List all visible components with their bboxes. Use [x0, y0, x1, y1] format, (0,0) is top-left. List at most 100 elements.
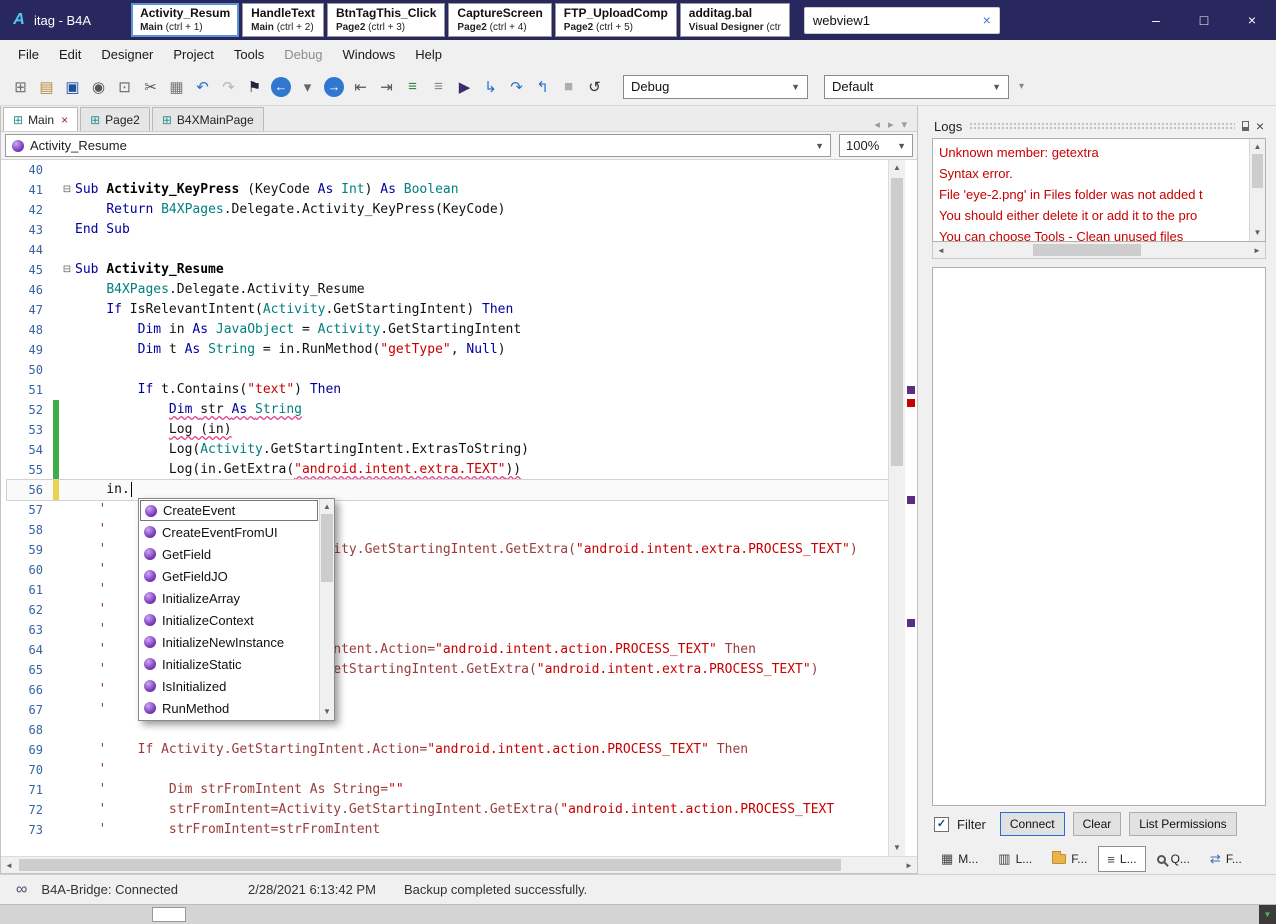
code-line-50[interactable]: 50: [7, 360, 888, 380]
code-line-52[interactable]: 52 Dim str As String: [7, 400, 888, 420]
list-permissions-button[interactable]: List Permissions: [1129, 812, 1236, 836]
code-line-72[interactable]: 72 ' strFromIntent=Activity.GetStartingI…: [7, 800, 888, 820]
menu-project[interactable]: Project: [163, 47, 223, 62]
code-line-47[interactable]: 47 If IsRelevantIntent(Activity.GetStart…: [7, 300, 888, 320]
editor-tab-main[interactable]: ⊞Main×: [3, 107, 78, 131]
menu-designer[interactable]: Designer: [91, 47, 163, 62]
code-line-43[interactable]: 43End Sub: [7, 220, 888, 240]
scroll-down-icon[interactable]: ▼: [320, 704, 334, 720]
code-line-68[interactable]: 68: [7, 720, 888, 740]
autocomplete-item[interactable]: CreateEventFromUI: [140, 521, 318, 543]
autocomplete-item[interactable]: GetField: [140, 543, 318, 565]
back-history-icon[interactable]: ▾: [295, 75, 320, 99]
panel-tab-quick-search[interactable]: Q...: [1148, 846, 1199, 872]
autocomplete-item[interactable]: RunMethod: [140, 697, 318, 719]
code-line-55[interactable]: 55 Log(in.GetExtra("android.intent.extra…: [7, 460, 888, 480]
scroll-right-icon[interactable]: ►: [901, 857, 917, 873]
close-tab-icon[interactable]: ×: [61, 113, 68, 127]
member-selector-combo[interactable]: Activity_Resume ▼: [5, 134, 831, 157]
menu-windows[interactable]: Windows: [333, 47, 406, 62]
autocomplete-item[interactable]: CreateEvent: [140, 500, 318, 521]
resume-icon[interactable]: ↳: [478, 75, 503, 99]
toolbar-overflow-icon[interactable]: ▾: [1019, 81, 1024, 92]
code-line-41[interactable]: 41⊟Sub Activity_KeyPress (KeyCode As Int…: [7, 180, 888, 200]
pin-icon[interactable]: [1242, 121, 1249, 131]
code-line-69[interactable]: 69 ' If Activity.GetStartingIntent.Actio…: [7, 740, 888, 760]
navigate-back-icon[interactable]: ←: [271, 77, 291, 97]
autocomplete-item[interactable]: InitializeNewInstance: [140, 631, 318, 653]
editor-vertical-scrollbar[interactable]: ▲ ▼: [888, 160, 905, 856]
new-module-icon[interactable]: ⊞: [8, 75, 33, 99]
step-over-icon[interactable]: ↷: [504, 75, 529, 99]
code-line-54[interactable]: 54 Log(Activity.GetStartingIntent.Extras…: [7, 440, 888, 460]
code-line-56[interactable]: 56 in.: [7, 480, 888, 500]
code-line-53[interactable]: 53 Log (in): [7, 420, 888, 440]
scrollbar-thumb[interactable]: [321, 514, 333, 582]
filter-checkbox[interactable]: ✓: [934, 817, 949, 832]
panel-tab-logs[interactable]: ≡L...: [1098, 846, 1145, 872]
scroll-up-icon[interactable]: ▲: [1250, 139, 1265, 155]
autocomplete-item[interactable]: InitializeContext: [140, 609, 318, 631]
quick-tab-additag.bal[interactable]: additag.balVisual Designer (ctr: [680, 3, 790, 37]
menu-debug[interactable]: Debug: [274, 47, 332, 62]
logs-vertical-scrollbar[interactable]: ▲ ▼: [1249, 139, 1265, 241]
scroll-corner[interactable]: ▼: [1259, 905, 1276, 924]
clear-button[interactable]: Clear: [1073, 812, 1122, 836]
build-config-combo[interactable]: Default ▼: [824, 75, 1009, 99]
step-into-icon[interactable]: ↰: [530, 75, 555, 99]
bookmark-icon[interactable]: ⚑: [242, 75, 267, 99]
code-line-73[interactable]: 73 ' strFromIntent=strFromIntent: [7, 820, 888, 840]
logs-output[interactable]: Unknown member: getextraSyntax error.Fil…: [932, 138, 1266, 242]
scroll-up-icon[interactable]: ▲: [889, 160, 905, 176]
code-line-44[interactable]: 44: [7, 240, 888, 260]
scrollbar-thumb[interactable]: [891, 178, 903, 466]
scroll-down-icon[interactable]: ▼: [1250, 225, 1265, 241]
connect-button[interactable]: Connect: [1000, 812, 1065, 836]
tab-scroll-right-icon[interactable]: ▸: [888, 118, 894, 131]
quick-tab-btntagthis_click[interactable]: BtnTagThis_ClickPage2 (ctrl + 3): [327, 3, 445, 37]
tab-scroll-left-icon[interactable]: ◂: [874, 118, 880, 131]
find-in-files-icon[interactable]: ◉: [86, 75, 111, 99]
code-line-48[interactable]: 48 Dim in As JavaObject = Activity.GetSt…: [7, 320, 888, 340]
rebuild-icon[interactable]: ↺: [582, 75, 607, 99]
navigate-forward-icon[interactable]: →: [324, 77, 344, 97]
scroll-left-icon[interactable]: ◄: [1, 857, 17, 873]
panel-tab-files[interactable]: F...: [1043, 846, 1096, 872]
code-line-40[interactable]: 40: [7, 160, 888, 180]
close-panel-icon[interactable]: ×: [1256, 118, 1264, 134]
scroll-left-icon[interactable]: ◄: [933, 242, 949, 258]
menu-file[interactable]: File: [8, 47, 49, 62]
paste-icon[interactable]: ▦: [164, 75, 189, 99]
redo-icon[interactable]: ↷: [216, 75, 241, 99]
menu-help[interactable]: Help: [405, 47, 452, 62]
search-input[interactable]: webview1 ×: [804, 7, 1000, 34]
clear-search-icon[interactable]: ×: [983, 12, 991, 28]
logs-horizontal-scrollbar[interactable]: ◄ ►: [932, 242, 1266, 259]
scroll-up-icon[interactable]: ▲: [320, 499, 334, 515]
scroll-right-icon[interactable]: ►: [1249, 242, 1265, 258]
scrollbar-thumb[interactable]: [19, 859, 841, 871]
undo-icon[interactable]: ↶: [190, 75, 215, 99]
debug-mode-combo[interactable]: Debug ▼: [623, 75, 808, 99]
editor-tab-b4xmainpage[interactable]: ⊞B4XMainPage: [152, 107, 264, 131]
minimize-button[interactable]: –: [1132, 0, 1180, 40]
autocomplete-item[interactable]: InitializeArray: [140, 587, 318, 609]
run-icon[interactable]: ▶: [452, 75, 477, 99]
scrollbar-thumb[interactable]: [1252, 154, 1263, 188]
quick-tab-capturescreen[interactable]: CaptureScreenPage2 (ctrl + 4): [448, 3, 551, 37]
indent-icon[interactable]: ⇥: [374, 75, 399, 99]
stop-icon[interactable]: ■: [556, 75, 581, 99]
code-line-46[interactable]: 46 B4XPages.Delegate.Activity_Resume: [7, 280, 888, 300]
quick-tab-activity_resum[interactable]: Activity_ResumMain (ctrl + 1): [131, 3, 239, 37]
autocomplete-item[interactable]: IsInitialized: [140, 675, 318, 697]
scrollbar-thumb[interactable]: [1033, 244, 1141, 256]
editor-tab-page2[interactable]: ⊞Page2: [80, 107, 150, 131]
panel-tab-find-all-references[interactable]: ⇄F...: [1201, 846, 1251, 872]
panel-tab-modules[interactable]: ▦M...: [932, 846, 987, 872]
autocomplete-item[interactable]: InitializeStatic: [140, 653, 318, 675]
close-button[interactable]: ×: [1228, 0, 1276, 40]
autocomplete-scrollbar[interactable]: ▲ ▼: [319, 499, 334, 720]
uncomment-icon[interactable]: ≡: [426, 75, 451, 99]
outdent-icon[interactable]: ⇤: [348, 75, 373, 99]
fold-toggle-icon[interactable]: ⊟: [59, 260, 75, 280]
